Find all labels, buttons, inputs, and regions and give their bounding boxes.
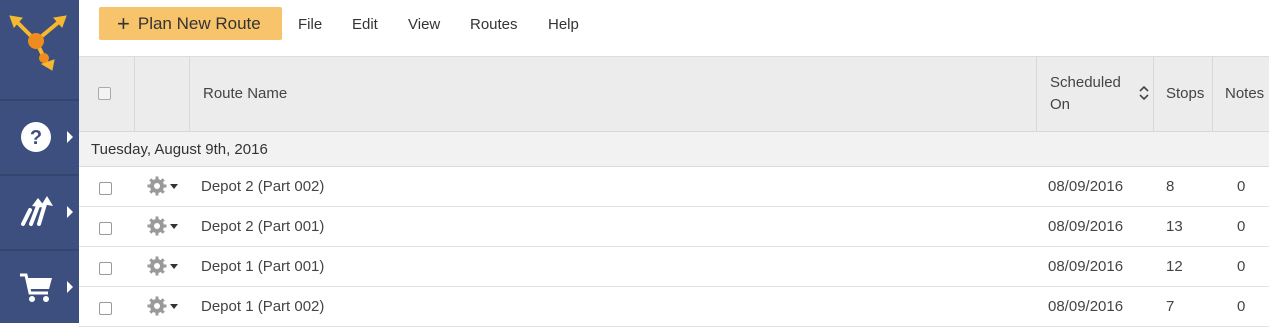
chevron-down-icon	[170, 304, 178, 309]
notes-cell: 0	[1237, 218, 1246, 235]
route-name-header-label: Route Name	[203, 85, 288, 102]
menu-help[interactable]: Help	[548, 16, 579, 33]
stops-cell: 12	[1166, 258, 1183, 275]
scheduled-on-header-label-1: Scheduled	[1050, 74, 1121, 91]
row-checkbox[interactable]	[99, 222, 112, 235]
sidebar-item-help[interactable]: ?	[0, 99, 79, 172]
table-header: Route Name Scheduled On Stops Notes	[79, 57, 1269, 132]
sidebar-item-cart[interactable]	[0, 249, 79, 322]
sidebar: ?	[0, 0, 79, 323]
chevron-right-icon	[67, 131, 73, 143]
chevron-down-icon	[170, 184, 178, 189]
toolbar: + Plan New Route File Edit View Routes He…	[79, 0, 1269, 57]
gear-icon[interactable]	[147, 256, 181, 276]
sidebar-item-routes[interactable]	[0, 174, 79, 247]
route-name-cell: Depot 2 (Part 001)	[201, 218, 325, 235]
date-group-label: Tuesday, August 9th, 2016	[91, 141, 268, 158]
stops-cell: 8	[1166, 178, 1175, 195]
sort-icon[interactable]	[1139, 85, 1149, 101]
stops-cell: 7	[1166, 298, 1175, 315]
gear-icon[interactable]	[147, 296, 181, 316]
route-name-cell: Depot 1 (Part 002)	[201, 298, 325, 315]
table-row[interactable]: Depot 1 (Part 002) 08/09/2016 7 0	[79, 287, 1269, 327]
logo-icon	[9, 15, 67, 71]
gear-icon[interactable]	[147, 176, 181, 196]
stops-cell: 13	[1166, 218, 1183, 235]
row-checkbox[interactable]	[99, 302, 112, 315]
chevron-right-icon	[67, 206, 73, 218]
route-arrows-icon	[21, 196, 53, 226]
chevron-down-icon	[170, 224, 178, 229]
row-checkbox[interactable]	[99, 262, 112, 275]
menu-edit[interactable]: Edit	[352, 16, 378, 33]
notes-header-label: Notes	[1225, 85, 1265, 102]
row-checkbox[interactable]	[99, 182, 112, 195]
scheduled-cell: 08/09/2016	[1048, 298, 1124, 315]
scheduled-on-header-label-2: On	[1050, 96, 1071, 113]
chevron-right-icon	[67, 281, 73, 293]
plus-icon: +	[117, 10, 130, 36]
scheduled-cell: 08/09/2016	[1048, 258, 1124, 275]
question-circle-icon: ?	[21, 122, 51, 152]
plan-new-route-label: Plan New Route	[137, 13, 261, 33]
notes-cell: 0	[1237, 298, 1246, 315]
table-row[interactable]: Depot 2 (Part 002) 08/09/2016 8 0	[79, 167, 1269, 207]
notes-cell: 0	[1237, 178, 1246, 195]
shopping-cart-icon	[20, 273, 52, 302]
scheduled-on-header[interactable]: Scheduled On	[1037, 57, 1154, 131]
svg-text:?: ?	[30, 127, 42, 149]
actions-header	[135, 57, 190, 131]
stops-header[interactable]: Stops	[1154, 57, 1213, 131]
route-name-header[interactable]: Route Name	[190, 57, 1037, 131]
table-row[interactable]: Depot 2 (Part 001) 08/09/2016 13 0	[79, 207, 1269, 247]
date-group-header: Tuesday, August 9th, 2016	[79, 132, 1269, 167]
notes-cell: 0	[1237, 258, 1246, 275]
menu-routes[interactable]: Routes	[470, 16, 518, 33]
select-all-header	[79, 57, 135, 131]
scheduled-cell: 08/09/2016	[1048, 218, 1124, 235]
select-all-checkbox[interactable]	[98, 87, 111, 100]
route-name-cell: Depot 2 (Part 002)	[201, 178, 325, 195]
app-logo[interactable]	[0, 0, 79, 99]
gear-icon[interactable]	[147, 216, 181, 236]
chevron-down-icon	[170, 264, 178, 269]
menu-view[interactable]: View	[408, 16, 440, 33]
notes-header[interactable]: Notes	[1213, 57, 1269, 131]
stops-header-label: Stops	[1166, 85, 1205, 102]
menu-file[interactable]: File	[298, 16, 322, 33]
plan-new-route-button[interactable]: + Plan New Route	[99, 7, 282, 40]
table-row[interactable]: Depot 1 (Part 001) 08/09/2016 12 0	[79, 247, 1269, 287]
scheduled-cell: 08/09/2016	[1048, 178, 1124, 195]
route-name-cell: Depot 1 (Part 001)	[201, 258, 325, 275]
